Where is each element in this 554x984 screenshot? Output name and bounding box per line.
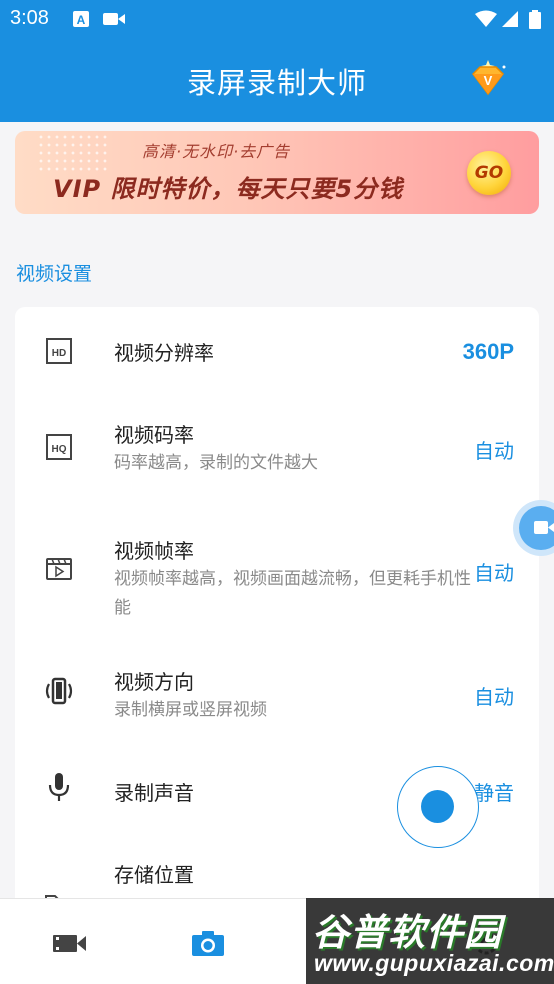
signal-icon bbox=[500, 10, 520, 28]
setting-value[interactable]: 360P bbox=[463, 339, 514, 365]
vip-promo-banner[interactable]: 高清·无水印·去广告 VIP 限时特价，每天只要5分钱 GO bbox=[15, 131, 539, 214]
setting-label: 视频方向 bbox=[114, 670, 194, 694]
screen-rotation-icon bbox=[43, 675, 75, 707]
status-time: 3:08 bbox=[10, 7, 49, 29]
hq-icon: HQ bbox=[43, 431, 75, 463]
svg-text:HD: HD bbox=[52, 348, 66, 359]
svg-text:V: V bbox=[484, 73, 493, 88]
setting-value[interactable]: 自动 bbox=[474, 435, 514, 464]
setting-label: 视频帧率 bbox=[114, 539, 194, 563]
notification-a-icon: A bbox=[72, 10, 90, 28]
setting-row-bitrate[interactable]: HQ 视频码率 码率越高，录制的文件越大 自动 bbox=[15, 395, 539, 495]
banner-main-text: VIP 限时特价，每天只要5分钱 bbox=[53, 175, 404, 203]
clapper-icon bbox=[43, 553, 75, 585]
setting-label: 存储位置 bbox=[114, 863, 194, 887]
setting-description: 码率越高，录制的文件越大 bbox=[114, 453, 318, 473]
watermark-name: 谷普软件园 bbox=[312, 911, 502, 954]
setting-row-framerate[interactable]: 视频帧率 视频帧率越高，视频画面越流畅，但更耗手机性能 自动 bbox=[15, 495, 539, 637]
floating-record-button[interactable] bbox=[397, 766, 479, 848]
microphone-icon bbox=[43, 771, 75, 803]
svg-text:A: A bbox=[77, 13, 86, 27]
wifi-icon bbox=[474, 10, 498, 28]
site-watermark: 谷普软件园 www.gupuxiazai.com bbox=[306, 898, 554, 984]
status-bar: 3:08 A bbox=[0, 0, 554, 38]
floating-record-bubble[interactable] bbox=[513, 500, 554, 556]
setting-label: 视频分辨率 bbox=[114, 341, 214, 365]
watermark-url: www.gupuxiazai.com bbox=[314, 950, 554, 976]
vip-diamond-icon[interactable]: V bbox=[464, 54, 512, 102]
banner-subtitle: 高清·无水印·去广告 bbox=[142, 142, 291, 161]
svg-text:HQ: HQ bbox=[52, 444, 67, 455]
nav-video-camera-icon[interactable] bbox=[50, 927, 90, 959]
battery-icon bbox=[528, 10, 542, 29]
banner-dots-decoration bbox=[37, 133, 107, 173]
setting-label: 录制声音 bbox=[114, 781, 194, 805]
setting-value[interactable]: 自动 bbox=[474, 681, 514, 710]
section-title-video-settings: 视频设置 bbox=[16, 263, 93, 285]
record-dot-icon bbox=[421, 790, 454, 823]
setting-row-orientation[interactable]: 视频方向 录制横屏或竖屏视频 自动 bbox=[15, 637, 539, 747]
setting-value[interactable]: 静音 bbox=[474, 777, 514, 806]
nav-camera-icon[interactable] bbox=[188, 927, 228, 959]
setting-value[interactable]: 自动 bbox=[474, 557, 514, 586]
setting-row-resolution[interactable]: HD 视频分辨率 360P bbox=[15, 307, 539, 395]
setting-description: 视频帧率越高，视频画面越流畅，但更耗手机性能 bbox=[114, 569, 471, 618]
setting-description: 录制横屏或竖屏视频 bbox=[114, 700, 267, 720]
floating-video-icon bbox=[519, 506, 554, 550]
hd-icon: HD bbox=[43, 335, 75, 367]
go-button[interactable]: GO bbox=[467, 151, 511, 195]
setting-label: 视频码率 bbox=[114, 423, 194, 447]
screen-record-icon bbox=[102, 10, 126, 28]
app-header: 录屏录制大师 V bbox=[0, 38, 554, 122]
